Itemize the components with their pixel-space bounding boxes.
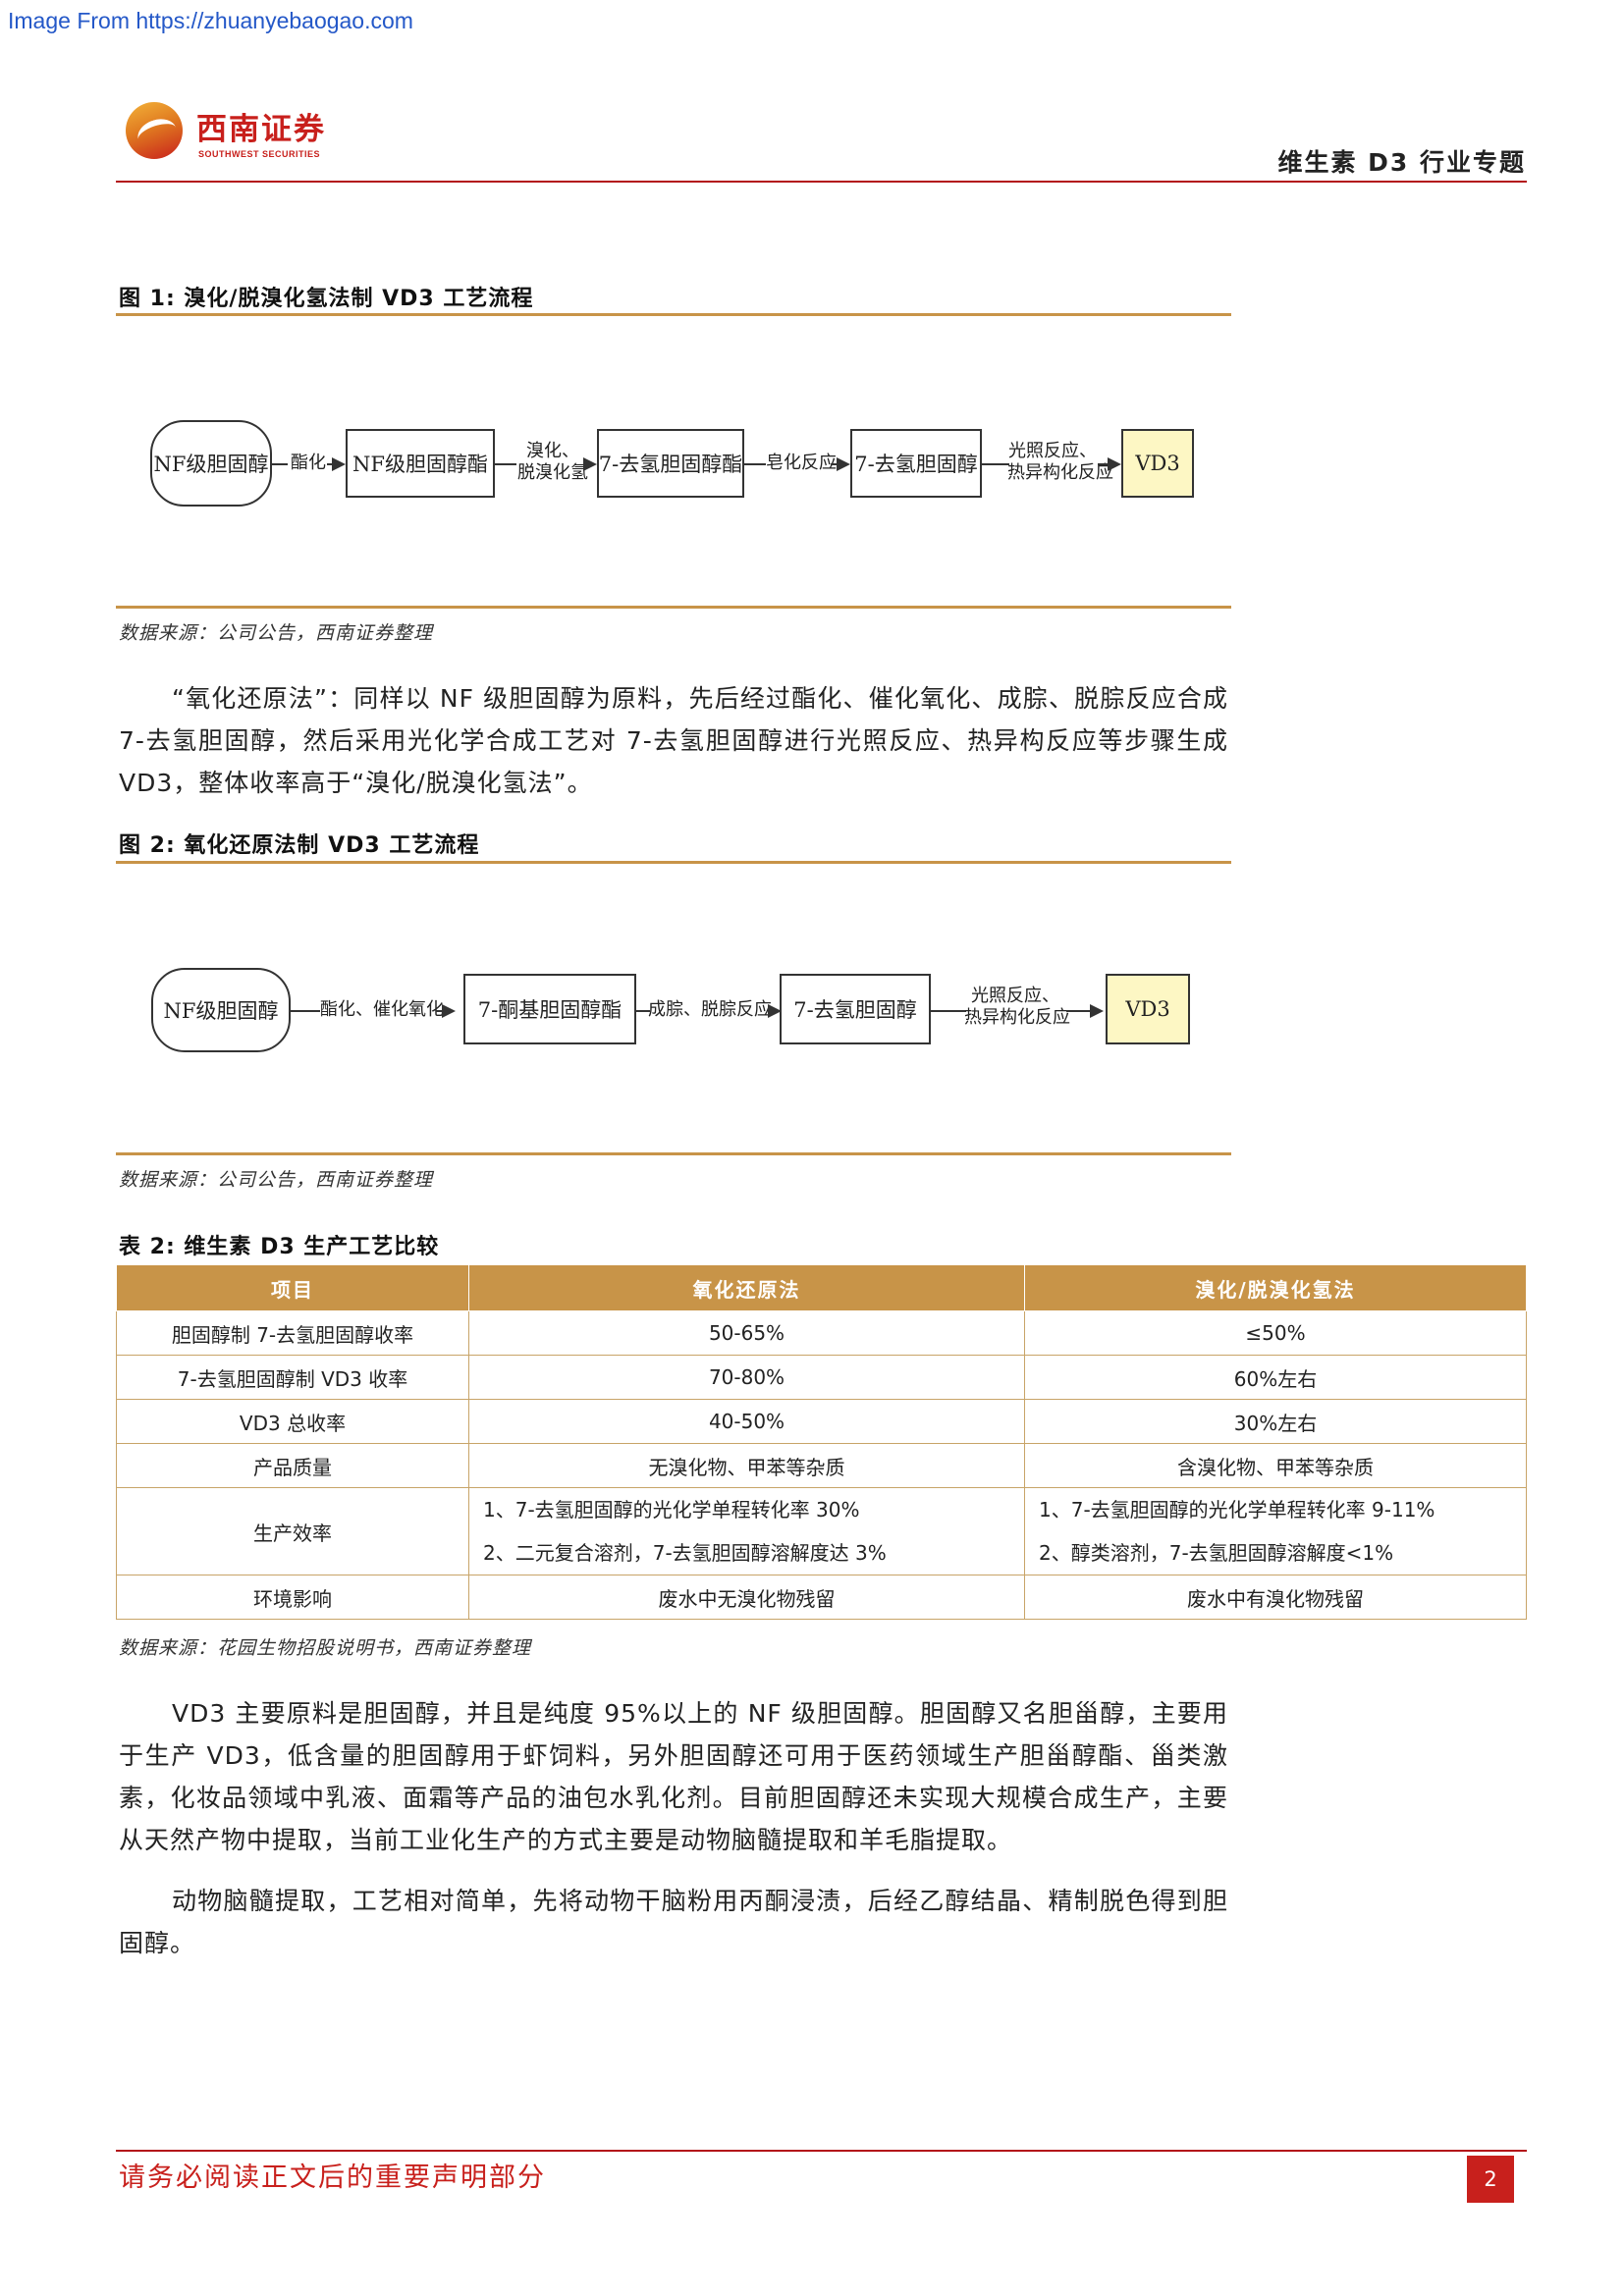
figure2-source: 数据来源：公司公告，西南证券整理: [119, 1169, 434, 1191]
table-header-row: 项目 氧化还原法 溴化/脱溴化氢法: [116, 1264, 1527, 1311]
table-row: 胆固醇制 7-去氢胆固醇收率 50-65% ≤50%: [116, 1310, 1527, 1356]
table-cell-redox: 40-50%: [468, 1399, 1025, 1444]
table-cell-redox: 50-65%: [468, 1310, 1025, 1356]
paragraph-redox-method: “氧化还原法”：同样以 NF 级胆固醇为原料，先后经过酯化、催化氧化、成腙、脱腙…: [119, 684, 1228, 797]
table-row: 生产效率 1、7-去氢胆固醇的光化学单程转化率 30% 2、二元复合溶剂，7-去…: [116, 1487, 1527, 1575]
table-header-item: 项目: [116, 1264, 469, 1311]
flow2-edge-line: 热异构化反应: [964, 1007, 1070, 1028]
table-cell-line: 1、7-去氢胆固醇的光化学单程转化率 30%: [483, 1498, 860, 1522]
company-logo: 西南证券 SOUTHWEST SECURITIES: [122, 98, 348, 167]
table-cell-bromination: 1、7-去氢胆固醇的光化学单程转化率 9-11% 2、醇类溶剂，7-去氢胆固醇溶…: [1024, 1487, 1527, 1575]
flow2-edge-label: 成腙、脱腙反应: [648, 999, 772, 1020]
flow2-arrow-line: [931, 1010, 966, 1012]
table-cell-item: 7-去氢胆固醇制 VD3 收率: [116, 1355, 469, 1400]
table-cell-item: 环境影响: [116, 1575, 469, 1620]
flow1-edge-line: 光照反应、: [1008, 441, 1097, 461]
flow1-edge-line: 脱溴化氢: [517, 462, 588, 483]
table-cell-bromination: ≤50%: [1024, 1310, 1527, 1356]
figure1-title: 图 1: 溴化/脱溴化氢法制 VD3 工艺流程: [119, 287, 534, 311]
table-cell-item: 产品质量: [116, 1443, 469, 1488]
flow2-node-7-keto-ester: 7-酮基胆固醇酯: [463, 974, 636, 1044]
flow1-arrow-line: [982, 463, 1009, 465]
table-cell-redox: 1、7-去氢胆固醇的光化学单程转化率 30% 2、二元复合溶剂，7-去氢胆固醇溶…: [468, 1487, 1025, 1575]
table-cell-line: 1、7-去氢胆固醇的光化学单程转化率 9-11%: [1039, 1498, 1435, 1522]
report-title: 维生素 D3 行业专题: [1277, 148, 1526, 177]
flow2-arrow-line: [291, 1010, 320, 1012]
table-header-bromination: 溴化/脱溴化氢法: [1024, 1264, 1527, 1311]
paragraph-brain-extraction: 动物脑髓提取，工艺相对简单，先将动物干脑粉用丙酮浸渍，后经乙醇结晶、精制脱色得到…: [119, 1887, 1228, 1957]
figure2-bottom-rule: [116, 1152, 1231, 1155]
flow1-arrow-head: [1108, 457, 1121, 471]
logo-mark-icon: [126, 102, 183, 159]
flow1-arrow-head: [837, 457, 850, 471]
page-number: 2: [1467, 2156, 1514, 2203]
table-row: 环境影响 废水中无溴化物残留 废水中有溴化物残留: [116, 1575, 1527, 1620]
flow1-edge-label: 皂化反应: [766, 453, 837, 473]
logo-name-en: SOUTHWEST SECURITIES: [198, 149, 321, 159]
figure1-source: 数据来源：公司公告，西南证券整理: [119, 622, 434, 644]
table-cell-line: 2、醇类溶剂，7-去氢胆固醇溶解度<1%: [1039, 1541, 1394, 1565]
comparison-table: 项目 氧化还原法 溴化/脱溴化氢法 胆固醇制 7-去氢胆固醇收率 50-65% …: [116, 1264, 1527, 1620]
table2-title: 表 2: 维生素 D3 生产工艺比较: [119, 1235, 440, 1259]
flow1-node-nf-cholesterol: NF级胆固醇: [150, 420, 272, 507]
flow2-arrow-head: [442, 1004, 456, 1018]
flow1-arrow-line: [744, 463, 766, 465]
footer-divider: [116, 2150, 1527, 2152]
flow2-edge-label: 光照反应、 热异构化反应: [964, 986, 1070, 1029]
flow1-edge-label: 酯化: [291, 453, 326, 473]
flow1-node-7dhc: 7-去氢胆固醇: [850, 429, 982, 498]
flow2-node-7dhc: 7-去氢胆固醇: [780, 974, 931, 1044]
flow1-edge-label: 光照反应、 热异构化反应: [1007, 441, 1113, 484]
flow2-node-vd3: VD3: [1106, 974, 1190, 1044]
flow2-edge-line: 光照反应、: [971, 986, 1059, 1006]
footer-disclaimer-notice: 请务必阅读正文后的重要声明部分: [119, 2163, 546, 2193]
flow1-node-vd3: VD3: [1121, 429, 1194, 498]
flow1-edge-label: 溴化、 脱溴化氢: [513, 441, 593, 484]
table-row: 产品质量 无溴化物、甲苯等杂质 含溴化物、甲苯等杂质: [116, 1443, 1527, 1488]
flow1-edge-line: 热异构化反应: [1007, 462, 1113, 483]
flow1-arrow-line: [272, 463, 288, 465]
table-cell-item: 生产效率: [116, 1487, 469, 1575]
table-cell-redox: 70-80%: [468, 1355, 1025, 1400]
figure2-title: 图 2: 氧化还原法制 VD3 工艺流程: [119, 833, 480, 858]
table-cell-item: 胆固醇制 7-去氢胆固醇收率: [116, 1310, 469, 1356]
flow1-node-7dhc-ester: 7-去氢胆固醇酯: [597, 429, 744, 498]
table-cell-redox: 无溴化物、甲苯等杂质: [468, 1443, 1025, 1488]
flow1-node-cholesterol-ester: NF级胆固醇酯: [346, 429, 495, 498]
paragraph-cholesterol-source: VD3 主要原料是胆固醇，并且是纯度 95%以上的 NF 级胆固醇。胆固醇又名胆…: [119, 1699, 1228, 1854]
table-cell-item: VD3 总收率: [116, 1399, 469, 1444]
table-row: VD3 总收率 40-50% 30%左右: [116, 1399, 1527, 1444]
table-cell-redox: 废水中无溴化物残留: [468, 1575, 1025, 1620]
logo-name-cn: 西南证券: [196, 112, 326, 147]
flow2-arrow-head: [1090, 1004, 1104, 1018]
flow1-arrow-head: [332, 457, 346, 471]
table-cell-line: 2、二元复合溶剂，7-去氢胆固醇溶解度达 3%: [483, 1541, 887, 1565]
table2-source: 数据来源：花园生物招股说明书，西南证券整理: [119, 1637, 532, 1659]
flow1-arrow-head: [583, 457, 597, 471]
watermark-url: Image From https://zhuanyebaogao.com: [8, 8, 413, 33]
figure1-top-rule: [116, 313, 1231, 316]
flow2-edge-label: 酯化、催化氧化: [320, 999, 444, 1020]
header-divider: [116, 181, 1527, 183]
table-row: 7-去氢胆固醇制 VD3 收率 70-80% 60%左右: [116, 1355, 1527, 1400]
table-header-redox: 氧化还原法: [468, 1264, 1025, 1311]
table-cell-bromination: 废水中有溴化物残留: [1024, 1575, 1527, 1620]
figure2-top-rule: [116, 861, 1231, 864]
flow2-node-nf-cholesterol: NF级胆固醇: [151, 968, 291, 1052]
figure1-bottom-rule: [116, 606, 1231, 609]
flow1-edge-line: 溴化、: [526, 441, 579, 461]
table-cell-bromination: 30%左右: [1024, 1399, 1527, 1444]
table-cell-bromination: 60%左右: [1024, 1355, 1527, 1400]
table-cell-bromination: 含溴化物、甲苯等杂质: [1024, 1443, 1527, 1488]
